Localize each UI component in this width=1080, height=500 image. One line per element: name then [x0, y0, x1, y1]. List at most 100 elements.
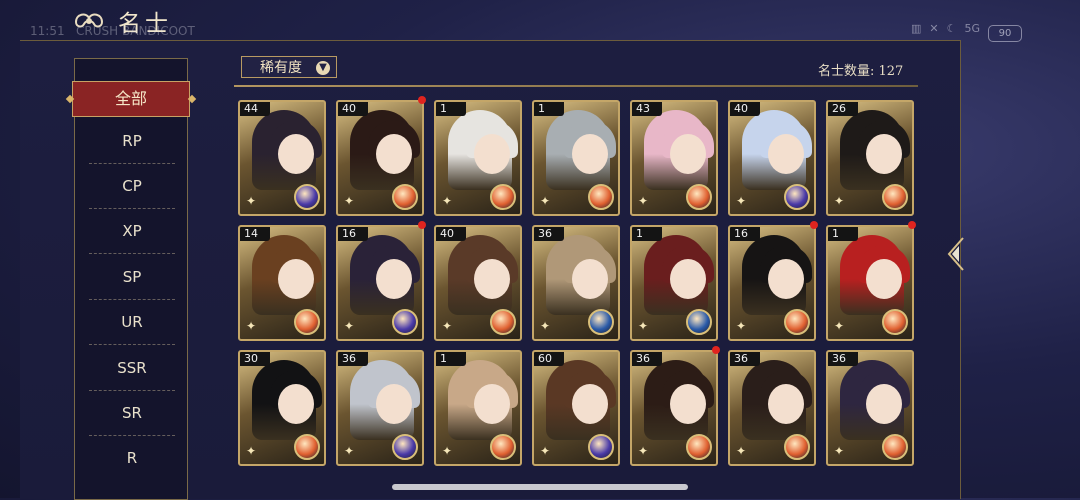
character-portrait: [350, 360, 420, 440]
level-badge: 36: [338, 352, 368, 366]
rarity-filter-dropdown[interactable]: 稀有度 ▼: [241, 56, 337, 78]
sidebar-item-ur[interactable]: UR: [89, 300, 175, 345]
character-card[interactable]: 1 ✦: [630, 225, 718, 341]
character-card[interactable]: 44 ✦: [238, 100, 326, 216]
sparkle-icon: ✦: [344, 194, 355, 208]
character-portrait: [840, 110, 910, 190]
sidebar-item-rp[interactable]: RP: [89, 119, 175, 164]
character-card[interactable]: 40 ✦: [728, 100, 816, 216]
top-bar: 名士 11:51 CRUSH BANDICOOT ▥ ✕ ☾ 5G 90: [0, 0, 1080, 42]
character-card[interactable]: 1 ✦: [532, 100, 620, 216]
sparkle-icon: ✦: [834, 444, 845, 458]
character-card[interactable]: 1 ✦: [826, 225, 914, 341]
sparkle-icon: ✦: [736, 444, 747, 458]
element-orb-icon: [686, 309, 712, 335]
element-orb-icon: [882, 184, 908, 210]
sidebar-item-xp[interactable]: XP: [89, 209, 175, 254]
character-portrait: [742, 360, 812, 440]
character-portrait: [742, 110, 812, 190]
character-portrait: [742, 235, 812, 315]
character-card[interactable]: 1 ✦: [434, 100, 522, 216]
character-card[interactable]: 36 ✦: [728, 350, 816, 466]
element-orb-icon: [294, 434, 320, 460]
level-badge: 30: [240, 352, 270, 366]
character-card[interactable]: 16 ✦: [728, 225, 816, 341]
character-count: 名士数量: 127: [818, 64, 904, 79]
character-portrait: [448, 110, 518, 190]
moon-icon: ☾: [946, 22, 957, 35]
character-portrait: [644, 360, 714, 440]
character-card[interactable]: 14 ✦: [238, 225, 326, 341]
new-notification-dot: [418, 96, 426, 104]
vibrate-icon: ▥: [910, 22, 922, 35]
sidebar-item-sr[interactable]: SR: [89, 391, 175, 436]
element-orb-icon: [294, 309, 320, 335]
home-indicator: [392, 484, 688, 490]
battery-indicator: 90: [988, 25, 1022, 42]
character-card[interactable]: 30 ✦: [238, 350, 326, 466]
character-card[interactable]: 40 ✦: [434, 225, 522, 341]
character-card[interactable]: 60 ✦: [532, 350, 620, 466]
chevron-down-icon: ▼: [316, 61, 330, 75]
level-badge: 40: [436, 227, 466, 241]
level-badge: 1: [436, 102, 466, 116]
new-notification-dot: [418, 221, 426, 229]
level-badge: 36: [534, 227, 564, 241]
sparkle-icon: ✦: [442, 194, 453, 208]
element-orb-icon: [392, 184, 418, 210]
character-portrait: [546, 235, 616, 315]
sparkle-icon: ✦: [246, 444, 257, 458]
level-badge: 16: [730, 227, 760, 241]
element-orb-icon: [392, 434, 418, 460]
character-portrait: [840, 360, 910, 440]
side-expand-arrow-icon[interactable]: [943, 236, 967, 272]
sparkle-icon: ✦: [442, 319, 453, 333]
element-orb-icon: [784, 309, 810, 335]
status-time: 11:51 CRUSH BANDICOOT: [30, 24, 195, 38]
level-badge: 14: [240, 227, 270, 241]
element-orb-icon: [490, 434, 516, 460]
element-orb-icon: [686, 184, 712, 210]
sidebar-item-all[interactable]: 全部: [65, 81, 197, 117]
sparkle-icon: ✦: [344, 444, 355, 458]
character-card[interactable]: 43 ✦: [630, 100, 718, 216]
mute-icon: ✕: [929, 22, 939, 35]
character-portrait: [644, 235, 714, 315]
character-portrait: [350, 235, 420, 315]
new-notification-dot: [810, 221, 818, 229]
character-card[interactable]: 1 ✦: [434, 350, 522, 466]
level-badge: 43: [632, 102, 662, 116]
element-orb-icon: [490, 184, 516, 210]
character-card[interactable]: 26 ✦: [826, 100, 914, 216]
status-icons: ▥ ✕ ☾ 5G: [911, 22, 980, 35]
element-orb-icon: [784, 434, 810, 460]
level-badge: 26: [828, 102, 858, 116]
sidebar-item-r[interactable]: R: [89, 436, 175, 480]
character-portrait: [252, 110, 322, 190]
element-orb-icon: [588, 434, 614, 460]
filter-label: 稀有度: [260, 60, 302, 76]
sparkle-icon: ✦: [246, 194, 257, 208]
element-orb-icon: [588, 184, 614, 210]
level-badge: 1: [632, 227, 662, 241]
sparkle-icon: ✦: [736, 319, 747, 333]
character-card[interactable]: 36 ✦: [826, 350, 914, 466]
character-card[interactable]: 36 ✦: [336, 350, 424, 466]
level-badge: 36: [828, 352, 858, 366]
character-card[interactable]: 16 ✦: [336, 225, 424, 341]
character-card[interactable]: 36 ✦: [532, 225, 620, 341]
sidebar-item-ssr[interactable]: SSR: [89, 346, 175, 391]
element-orb-icon: [490, 309, 516, 335]
sidebar-item-sp[interactable]: SP: [89, 255, 175, 300]
element-orb-icon: [882, 309, 908, 335]
character-card[interactable]: 36 ✦: [630, 350, 718, 466]
character-card[interactable]: 40 ✦: [336, 100, 424, 216]
sparkle-icon: ✦: [834, 319, 845, 333]
sparkle-icon: ✦: [638, 194, 649, 208]
level-badge: 1: [534, 102, 564, 116]
sparkle-icon: ✦: [736, 194, 747, 208]
sidebar-item-cp[interactable]: CP: [89, 164, 175, 209]
level-badge: 44: [240, 102, 270, 116]
sparkle-icon: ✦: [540, 194, 551, 208]
sparkle-icon: ✦: [344, 319, 355, 333]
